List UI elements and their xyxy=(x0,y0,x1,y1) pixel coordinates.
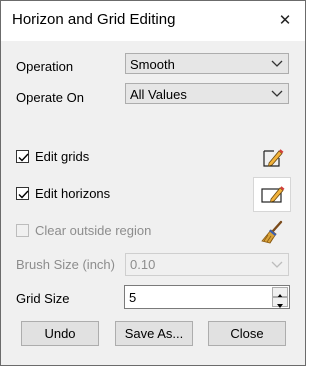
save-as-button[interactable]: Save As... xyxy=(115,321,193,346)
pencil-page-icon xyxy=(263,149,284,167)
clear-outside-tool-button[interactable] xyxy=(253,216,291,248)
close-button[interactable]: Close xyxy=(208,321,286,346)
undo-button[interactable]: Undo xyxy=(21,321,99,346)
clear-outside-check-box[interactable] xyxy=(16,224,29,237)
pencil-rect-icon xyxy=(261,186,285,203)
operation-select[interactable]: Smooth xyxy=(125,53,289,74)
edit-grids-label: Edit grids xyxy=(35,149,90,164)
edit-grids-checkbox[interactable]: Edit grids xyxy=(16,149,156,167)
edit-grids-tool-button[interactable] xyxy=(253,142,291,174)
chevron-down-icon xyxy=(271,60,283,67)
brush-size-value: 0.10 xyxy=(130,257,156,272)
chevron-down-icon xyxy=(271,90,283,97)
grid-size-spinner[interactable]: 5 xyxy=(124,285,290,309)
edit-horizons-checkbox[interactable]: Edit horizons xyxy=(16,186,156,204)
brush-size-select[interactable]: 0.10 xyxy=(125,253,289,276)
clear-outside-region-checkbox[interactable]: Clear outside region xyxy=(16,223,186,241)
grid-size-value[interactable]: 5 xyxy=(129,290,136,305)
broom-icon xyxy=(261,220,283,244)
operate-on-select[interactable]: All Values xyxy=(125,83,289,104)
operation-label: Operation xyxy=(16,59,74,74)
horizon-grid-editing-dialog: Horizon and Grid Editing ✕ Operation Smo… xyxy=(0,0,306,366)
arrow-down-icon xyxy=(277,304,283,308)
window-title: Horizon and Grid Editing xyxy=(12,11,176,28)
edit-horizons-label: Edit horizons xyxy=(35,186,111,201)
edit-grids-check-box[interactable] xyxy=(16,150,29,163)
edit-horizons-tool-button[interactable] xyxy=(253,177,291,212)
chevron-down-icon xyxy=(271,261,283,268)
brush-size-label: Brush Size (inch) xyxy=(16,257,115,272)
close-icon[interactable]: ✕ xyxy=(273,9,297,33)
grid-size-label: Grid Size xyxy=(16,291,70,306)
clear-outside-label: Clear outside region xyxy=(35,223,152,238)
edit-horizons-check-box[interactable] xyxy=(16,187,29,200)
operation-value: Smooth xyxy=(130,57,175,72)
spin-up-button[interactable] xyxy=(272,287,288,298)
dialog-body: Operation Smooth Operate On All Values E… xyxy=(1,41,305,365)
operate-on-value: All Values xyxy=(130,87,187,102)
operate-on-label: Operate On xyxy=(16,90,84,105)
title-bar: Horizon and Grid Editing ✕ xyxy=(1,1,305,41)
grid-size-spin-buttons xyxy=(272,287,288,308)
spin-down-button[interactable] xyxy=(272,297,288,308)
